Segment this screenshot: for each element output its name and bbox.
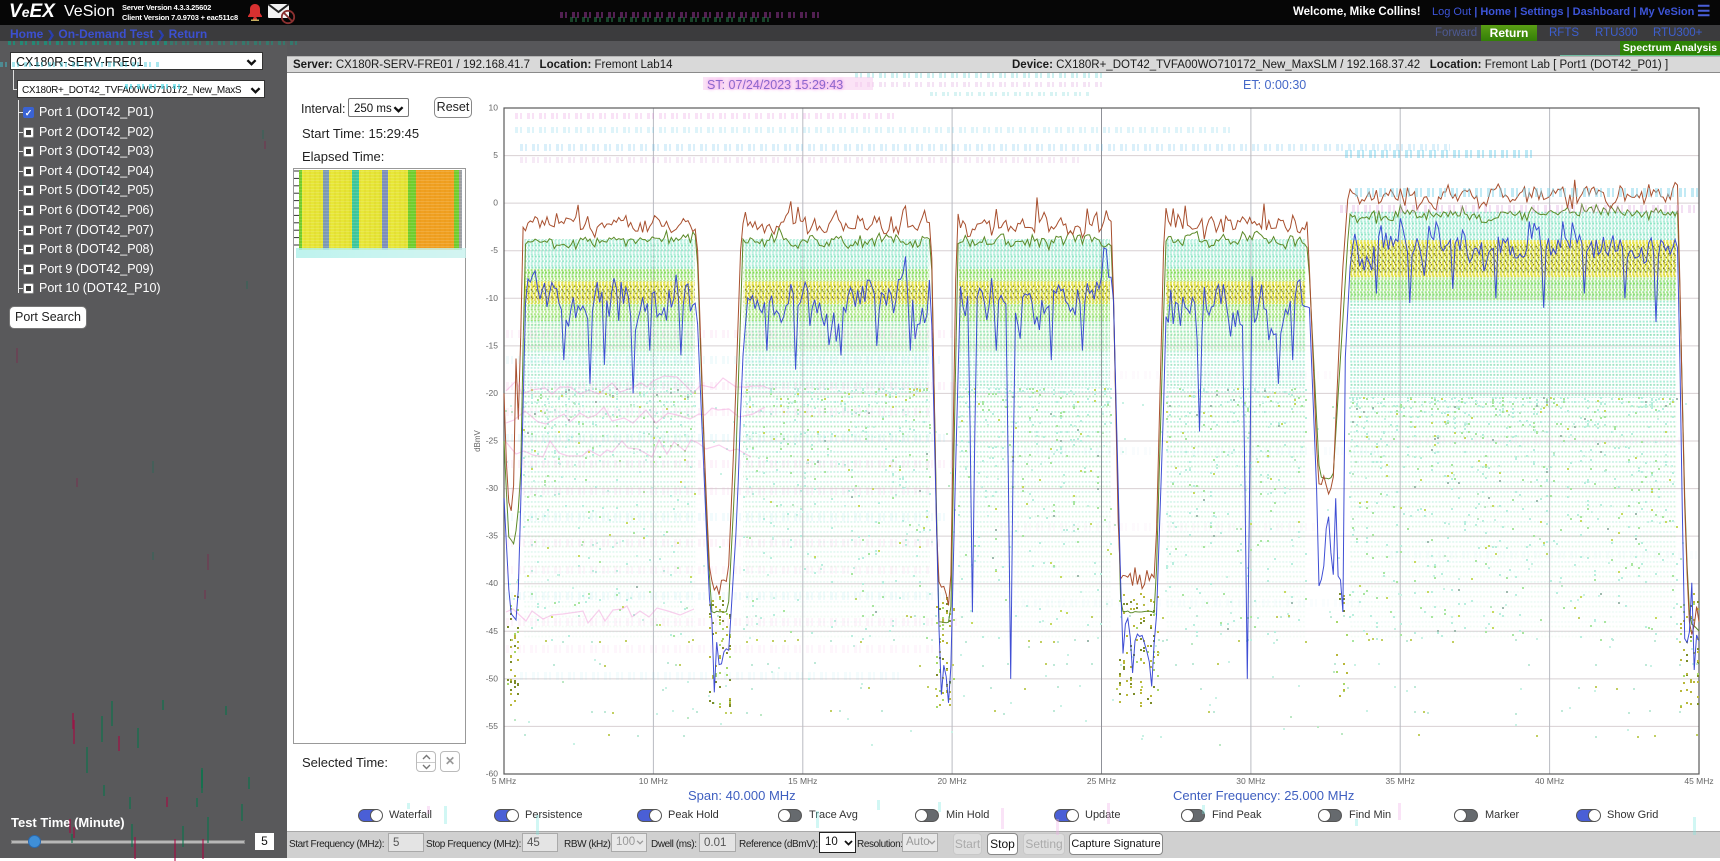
svg-text:35 MHz: 35 MHz xyxy=(1386,776,1415,786)
svg-text:5: 5 xyxy=(493,150,498,160)
svg-text:15 MHz: 15 MHz xyxy=(788,776,817,786)
svg-text:-25: -25 xyxy=(486,436,499,446)
svg-text:-55: -55 xyxy=(486,721,499,731)
svg-text:45 MHz: 45 MHz xyxy=(1684,776,1713,786)
svg-text:0: 0 xyxy=(493,198,498,208)
svg-text:dBmV: dBmV xyxy=(473,429,482,451)
svg-text:-20: -20 xyxy=(486,388,499,398)
svg-text:40 MHz: 40 MHz xyxy=(1535,776,1564,786)
svg-text:-10: -10 xyxy=(486,293,499,303)
svg-text:-40: -40 xyxy=(486,578,499,588)
svg-text:-50: -50 xyxy=(486,673,499,683)
svg-text:10 MHz: 10 MHz xyxy=(639,776,668,786)
svg-text:-5: -5 xyxy=(490,245,498,255)
svg-text:10: 10 xyxy=(489,103,499,113)
svg-text:5 MHz: 5 MHz xyxy=(492,776,517,786)
svg-text:-35: -35 xyxy=(486,531,499,541)
svg-text:30 MHz: 30 MHz xyxy=(1236,776,1265,786)
svg-text:25 MHz: 25 MHz xyxy=(1087,776,1116,786)
svg-text:-30: -30 xyxy=(486,483,499,493)
svg-text:-15: -15 xyxy=(486,340,499,350)
svg-text:-45: -45 xyxy=(486,626,499,636)
svg-text:20 MHz: 20 MHz xyxy=(937,776,966,786)
